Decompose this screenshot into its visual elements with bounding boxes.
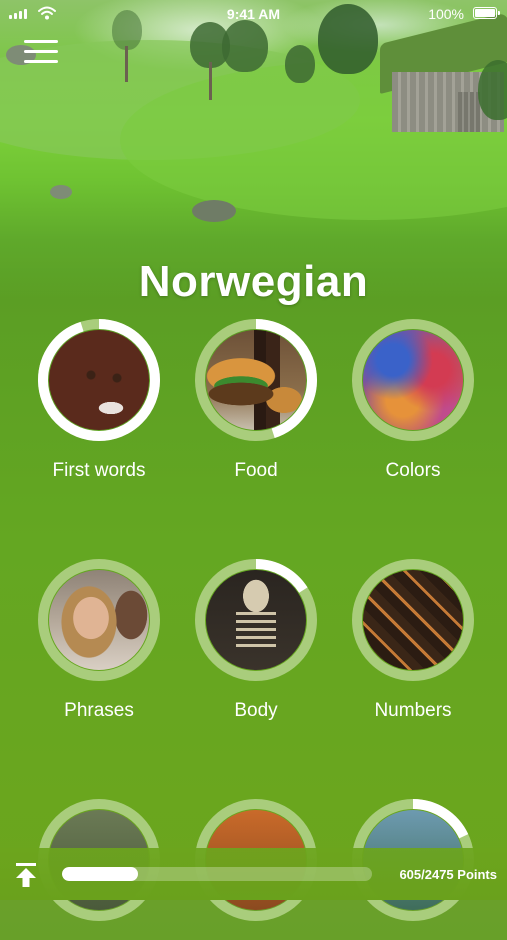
topic-card[interactable]: Food bbox=[191, 318, 321, 482]
topic-card[interactable]: Numbers bbox=[348, 558, 478, 722]
points-progress-bar bbox=[62, 867, 372, 881]
bottom-bar: 605/2475 Points bbox=[0, 848, 507, 900]
battery-icon bbox=[473, 7, 500, 19]
topic-image bbox=[363, 330, 463, 430]
upload-arrow-icon[interactable] bbox=[14, 862, 38, 888]
topic-progress-ring bbox=[194, 318, 318, 442]
topic-image bbox=[49, 570, 149, 670]
topic-card[interactable]: Body bbox=[191, 558, 321, 722]
topic-label: Food bbox=[234, 460, 278, 481]
topic-image bbox=[206, 330, 306, 430]
points-label: 605/2475 Points bbox=[399, 867, 497, 882]
status-bar: 9:41 AM 100% bbox=[0, 0, 507, 28]
topic-label: Numbers bbox=[374, 700, 452, 721]
topic-card[interactable]: First words bbox=[34, 318, 164, 482]
topic-card[interactable]: Phrases bbox=[34, 558, 164, 722]
menu-button[interactable] bbox=[24, 38, 58, 66]
page-title: Norwegian bbox=[138, 257, 369, 307]
topic-progress-ring bbox=[351, 318, 475, 442]
topic-label: Phrases bbox=[64, 700, 134, 721]
topic-label: Colors bbox=[385, 460, 441, 481]
header-landscape-image bbox=[0, 0, 507, 300]
topic-card[interactable]: Colors bbox=[348, 318, 478, 482]
topic-image bbox=[49, 330, 149, 430]
topic-progress-ring bbox=[351, 558, 475, 682]
topic-label: First words bbox=[52, 460, 146, 481]
topic-image bbox=[206, 570, 306, 670]
topic-label: Body bbox=[234, 700, 278, 721]
battery-percentage: 100% bbox=[428, 6, 464, 22]
topic-image bbox=[363, 570, 463, 670]
points-progress-fill bbox=[62, 867, 138, 881]
topic-progress-ring bbox=[37, 558, 161, 682]
topic-progress-ring bbox=[37, 318, 161, 442]
topic-progress-ring bbox=[194, 558, 318, 682]
